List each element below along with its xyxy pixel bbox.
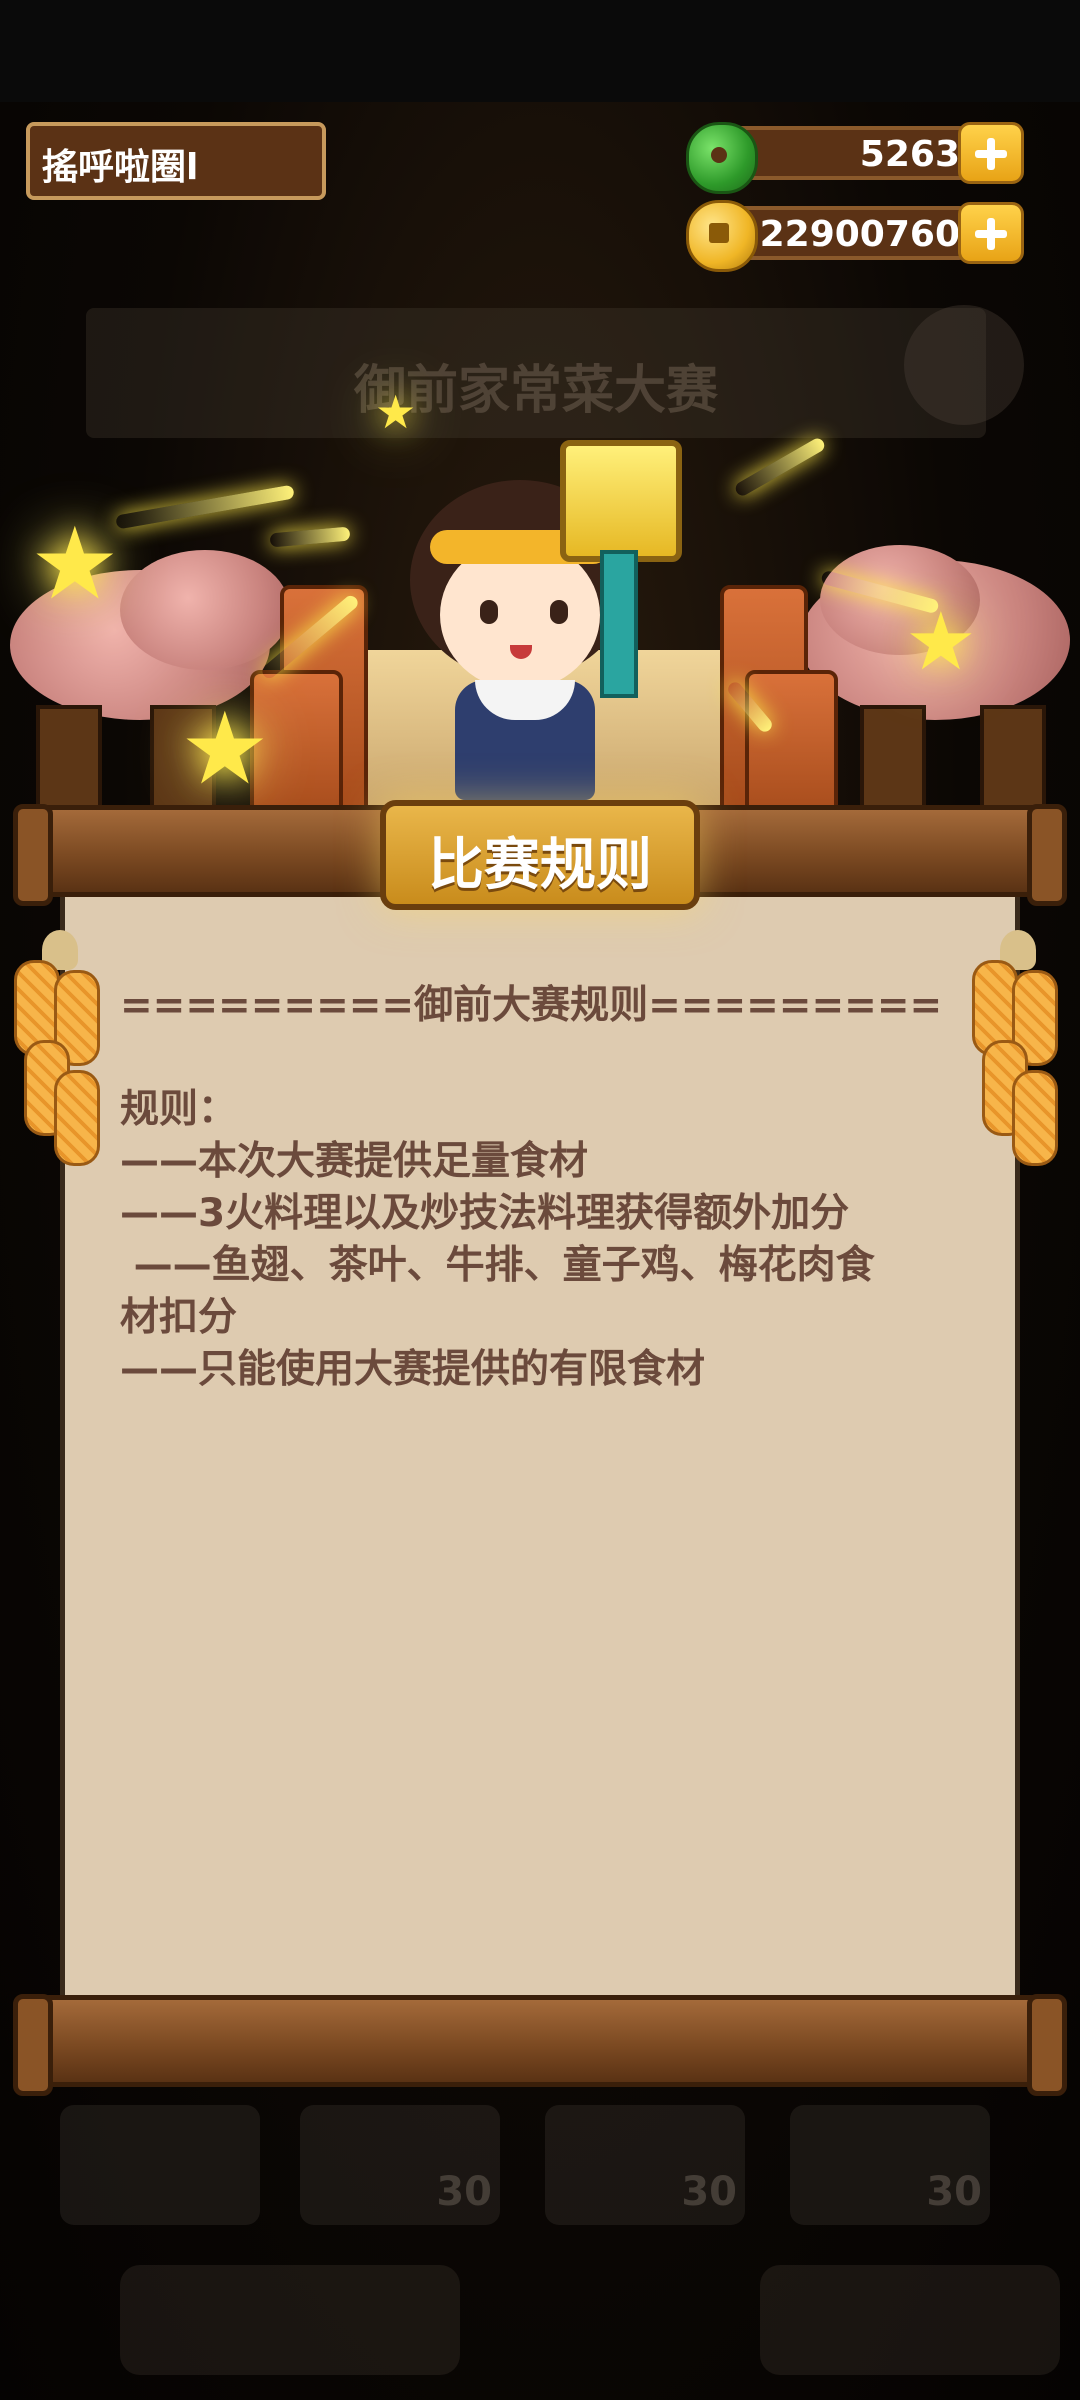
jade-amount: 5263	[859, 134, 960, 175]
rules-blank-line	[120, 1032, 980, 1084]
add-jade-button[interactable]	[958, 122, 1024, 184]
hammer-handle	[600, 550, 638, 698]
status-bar-area	[0, 0, 1080, 102]
rule-item: ——鱼翅、茶叶、牛排、童子鸡、梅花肉食	[120, 1243, 875, 1288]
corn-decoration-left	[14, 930, 104, 1180]
background-slot-count: 30	[926, 2169, 982, 2215]
background-bottom-button	[760, 2265, 1060, 2375]
corn-cob	[1012, 1070, 1058, 1166]
character-eye	[550, 600, 568, 624]
rule-item: ——只能使用大赛提供的有限食材	[120, 1347, 706, 1392]
add-coins-button[interactable]	[958, 202, 1024, 264]
background-banner-text: 御前家常菜大赛	[353, 361, 718, 421]
rule-item: ——3火料理以及炒技法料理获得额外加分	[120, 1191, 850, 1236]
golden-hammer-icon	[560, 440, 682, 562]
rule-item: ——本次大赛提供足量食材	[120, 1139, 589, 1184]
corn-cob	[54, 1070, 100, 1166]
rules-title-plaque: 比赛规则	[380, 800, 700, 910]
player-name-box[interactable]: 搖呼啦圈l	[26, 122, 326, 200]
rules-title: 比赛规则	[428, 833, 652, 898]
rules-heading: =========御前大赛规则=========	[120, 983, 943, 1028]
scroll-bottom-rod	[13, 1994, 1067, 2096]
blossom-tree-left	[120, 550, 290, 670]
sparkle-star-icon: ★	[375, 385, 417, 439]
jade-icon	[686, 122, 758, 194]
player-name: 搖呼啦圈l	[42, 147, 199, 188]
chef-character	[380, 440, 700, 820]
background-info-button	[904, 305, 1024, 425]
rules-label: 规则：	[120, 1087, 238, 1132]
background-slot-count: 30	[681, 2169, 737, 2215]
background-slot	[60, 2105, 260, 2225]
background-slot: 30	[300, 2105, 500, 2225]
sparkle-star-icon: ★	[30, 505, 120, 622]
background-event-banner: 御前家常菜大赛	[86, 308, 986, 438]
coin-icon	[686, 200, 758, 272]
corn-decoration-right	[972, 930, 1062, 1180]
background-bottom-button	[120, 2265, 460, 2375]
rule-item-continued: 材扣分	[120, 1295, 238, 1340]
coin-amount: 22900760	[759, 214, 960, 255]
background-slot: 30	[790, 2105, 990, 2225]
background-slot: 30	[545, 2105, 745, 2225]
rules-text-block: =========御前大赛规则========= 规则： ——本次大赛提供足量食…	[120, 980, 980, 1396]
sparkle-star-icon: ★	[180, 690, 270, 807]
character-eye	[480, 600, 498, 624]
background-slot-count: 30	[436, 2169, 492, 2215]
